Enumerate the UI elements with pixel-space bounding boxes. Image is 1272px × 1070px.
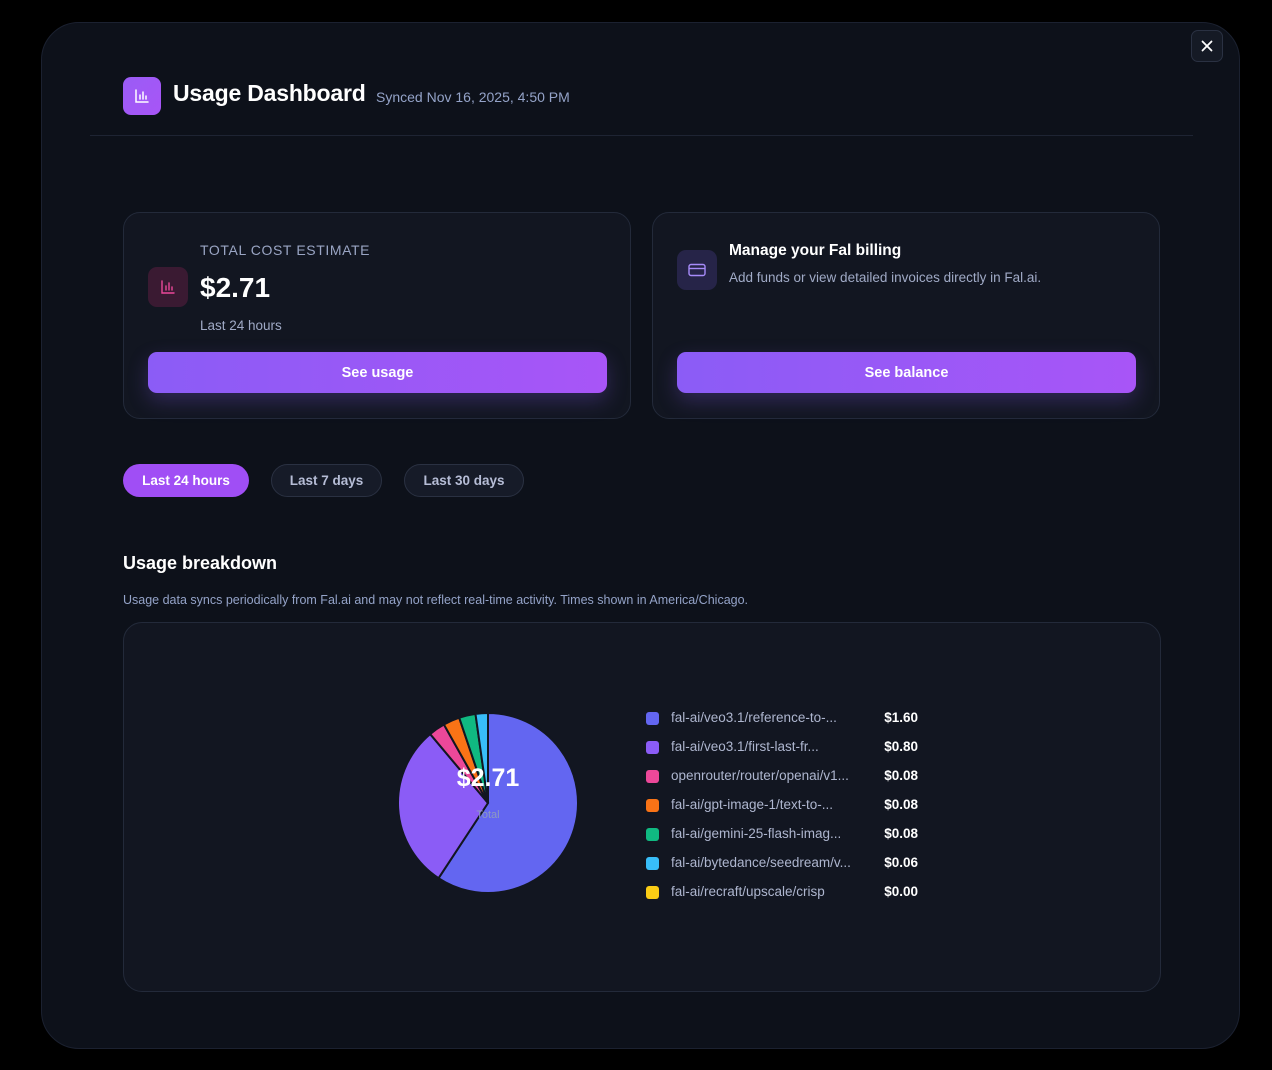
header-divider: [90, 135, 1193, 136]
page-title: Usage Dashboard: [173, 80, 366, 106]
legend-swatch: [646, 770, 659, 783]
legend-value: $0.08: [884, 768, 918, 783]
legend-value: $1.60: [884, 710, 918, 725]
legend-item: openrouter/router/openai/v1... $0.08: [646, 767, 926, 796]
pie-total-value: $2.71: [456, 764, 520, 792]
see-usage-button[interactable]: See usage: [148, 352, 607, 393]
legend-label: fal-ai/bytedance/seedream/v...: [671, 855, 851, 870]
billing-description: Add funds or view detailed invoices dire…: [729, 270, 1042, 285]
pie-total-label: Total: [476, 809, 500, 821]
legend-item: fal-ai/bytedance/seedream/v... $0.06: [646, 854, 926, 883]
legend-swatch: [646, 828, 659, 841]
bar-chart-icon: [123, 77, 161, 115]
tab-last-7-days[interactable]: Last 7 days: [271, 464, 382, 497]
legend-label: openrouter/router/openai/v1...: [671, 768, 849, 783]
breakdown-title: Usage breakdown: [123, 553, 278, 573]
legend-item: fal-ai/gpt-image-1/text-to-... $0.08: [646, 796, 926, 825]
tab-last-30-days[interactable]: Last 30 days: [404, 464, 524, 497]
legend-value: $0.06: [884, 855, 918, 870]
legend-item: fal-ai/gemini-25-flash-imag... $0.08: [646, 825, 926, 854]
legend-swatch: [646, 799, 659, 812]
legend-item: fal-ai/veo3.1/first-last-fr... $0.80: [646, 738, 926, 767]
legend-swatch: [646, 712, 659, 725]
legend-label: fal-ai/veo3.1/first-last-fr...: [671, 739, 819, 754]
total-cost-value: $2.71: [200, 272, 271, 303]
credit-card-icon: [677, 250, 717, 290]
see-balance-button[interactable]: See balance: [677, 352, 1136, 393]
legend-swatch: [646, 857, 659, 870]
legend-value: $0.08: [884, 826, 918, 841]
total-cost-period: Last 24 hours: [200, 318, 282, 333]
legend-label: fal-ai/gemini-25-flash-imag...: [671, 826, 842, 841]
breakdown-note: Usage data syncs periodically from Fal.a…: [123, 593, 749, 607]
legend-item: fal-ai/veo3.1/reference-to-... $1.60: [646, 709, 926, 738]
legend-value: $0.08: [884, 797, 918, 812]
tab-last-24-hours[interactable]: Last 24 hours: [123, 464, 249, 497]
usage-dashboard-modal: Usage Dashboard Synced Nov 16, 2025, 4:5…: [41, 22, 1240, 1049]
pie-chart: $2.71 Total: [397, 712, 579, 894]
bar-chart-icon: [148, 267, 188, 307]
legend-item: fal-ai/recraft/upscale/crisp $0.00: [646, 883, 926, 912]
sync-timestamp: Synced Nov 16, 2025, 4:50 PM: [376, 89, 570, 105]
legend-swatch: [646, 886, 659, 899]
legend-value: $0.00: [884, 884, 918, 899]
billing-card: Manage your Fal billing Add funds or vie…: [652, 212, 1160, 419]
close-button[interactable]: [1191, 30, 1223, 62]
legend-label: fal-ai/recraft/upscale/crisp: [671, 884, 825, 899]
total-cost-label: TOTAL COST ESTIMATE: [200, 242, 371, 258]
pie-chart-svg: [397, 712, 579, 894]
legend-label: fal-ai/gpt-image-1/text-to-...: [671, 797, 834, 812]
legend-value: $0.80: [884, 739, 918, 754]
chart-legend: fal-ai/veo3.1/reference-to-... $1.60 fal-a…: [646, 709, 926, 912]
billing-title: Manage your Fal billing: [729, 242, 902, 259]
usage-breakdown-chart-panel: $2.71 Total fal-ai/veo3.1/reference-to-.…: [123, 622, 1161, 992]
legend-swatch: [646, 741, 659, 754]
close-icon: [1201, 40, 1213, 52]
total-cost-card: TOTAL COST ESTIMATE $2.71 Last 24 hours …: [123, 212, 631, 419]
legend-label: fal-ai/veo3.1/reference-to-...: [671, 710, 837, 725]
